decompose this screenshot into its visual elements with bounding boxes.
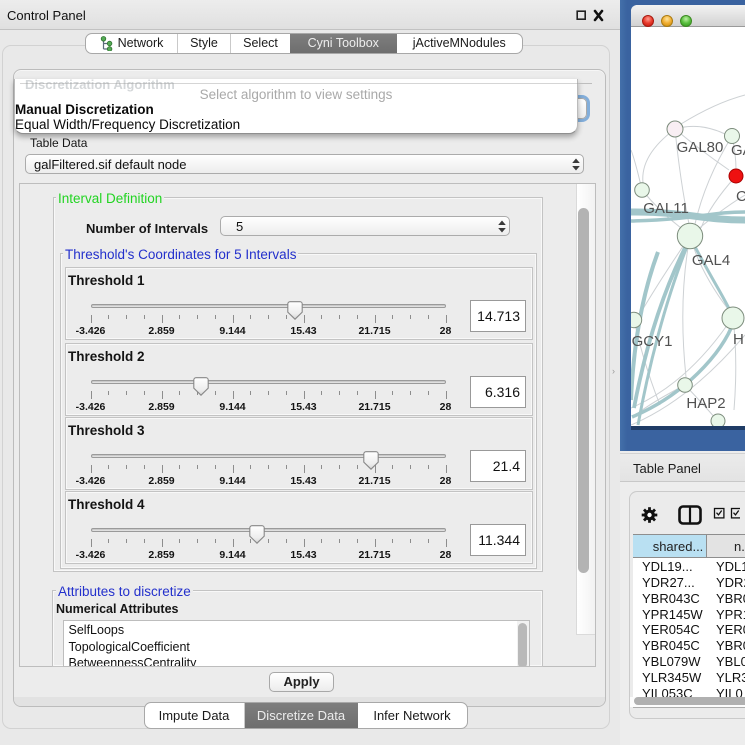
svg-text:H: H: [733, 331, 744, 348]
svg-text:GCY1: GCY1: [632, 333, 673, 350]
svg-text:GAL80: GAL80: [677, 139, 724, 156]
svg-text:GAL4: GAL4: [692, 252, 730, 269]
svg-text:C: C: [736, 188, 745, 205]
svg-text:GAL11: GAL11: [643, 200, 689, 217]
svg-text:GA: GA: [731, 142, 745, 159]
svg-text:HAP2: HAP2: [686, 395, 725, 412]
